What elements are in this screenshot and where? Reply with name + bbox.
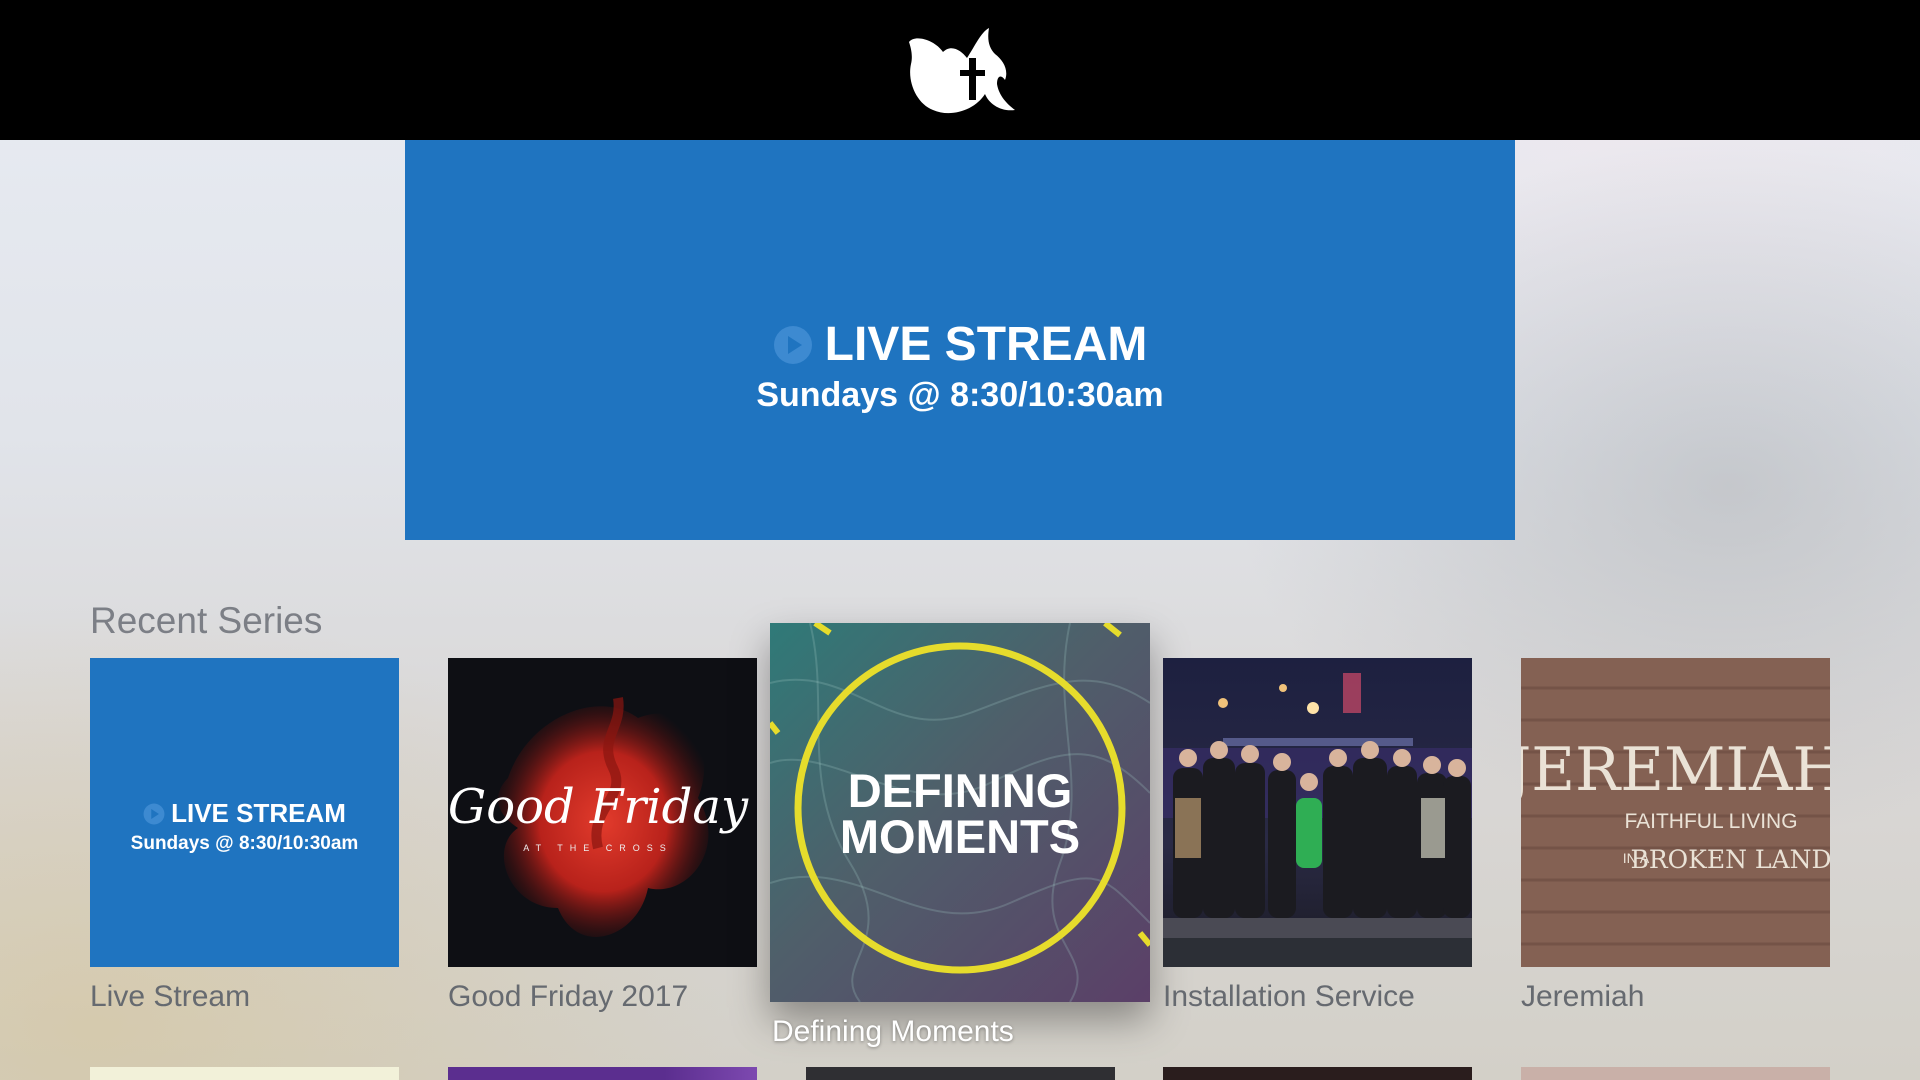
series-tile-live-stream[interactable]: LIVE STREAM Sundays @ 8:30/10:30am — [90, 658, 399, 967]
series-tile-good-friday[interactable]: Good Friday AT THE CROSS — [448, 658, 757, 967]
series-label: Good Friday 2017 — [448, 980, 689, 1013]
series-label: Installation Service — [1163, 980, 1415, 1013]
tile-art-title: Good Friday — [448, 779, 749, 835]
series-label: Jeremiah — [1521, 980, 1645, 1013]
series-tile-next-row[interactable] — [90, 1067, 399, 1080]
play-circle-icon — [773, 326, 812, 364]
series-tile-next-row[interactable] — [1521, 1067, 1830, 1080]
series-tile-installation-service[interactable] — [1163, 658, 1472, 967]
series-tile-next-row[interactable] — [806, 1067, 1115, 1080]
featured-live-stream-banner[interactable]: LIVE STREAM Sundays @ 8:30/10:30am — [405, 140, 1515, 540]
featured-text: LIVE STREAM Sundays @ 8:30/10:30am — [405, 318, 1515, 416]
defining-moments-artwork: DEFINING MOMENTS — [770, 623, 1150, 1002]
play-circle-icon — [143, 803, 165, 824]
jeremiah-artwork: JEREMIAH FAITHFUL LIVING IN A BROKEN LAN… — [1521, 658, 1830, 967]
good-friday-artwork: Good Friday AT THE CROSS — [448, 658, 757, 967]
tile-art-line2: BROKEN LAND — [1630, 845, 1830, 874]
tile-art-title: JEREMIAH — [1521, 735, 1830, 805]
series-tile-defining-moments[interactable]: DEFINING MOMENTS — [770, 623, 1150, 1002]
dove-cross-logo-icon — [909, 28, 1015, 114]
series-label-focused: Defining Moments — [772, 1015, 1014, 1048]
series-tile-next-row[interactable] — [448, 1067, 757, 1080]
installation-service-photo — [1163, 658, 1472, 967]
series-label: Live Stream — [90, 980, 251, 1013]
tile-art-line1: FAITHFUL LIVING — [1624, 810, 1797, 833]
section-title: Recent Series — [90, 600, 323, 641]
tile-art-subtitle: Sundays @ 8:30/10:30am — [130, 833, 359, 854]
featured-subtitle: Sundays @ 8:30/10:30am — [756, 376, 1164, 414]
tile-art-title: LIVE STREAM — [171, 798, 346, 828]
top-bar — [0, 0, 1920, 140]
tile-art-subtitle: AT THE CROSS — [523, 843, 673, 853]
featured-title: LIVE STREAM — [824, 318, 1148, 371]
series-tile-next-row[interactable] — [1163, 1067, 1472, 1080]
series-tile-jeremiah[interactable]: JEREMIAH FAITHFUL LIVING IN A BROKEN LAN… — [1521, 658, 1830, 967]
tile-art-line2: MOMENTS — [840, 810, 1080, 863]
